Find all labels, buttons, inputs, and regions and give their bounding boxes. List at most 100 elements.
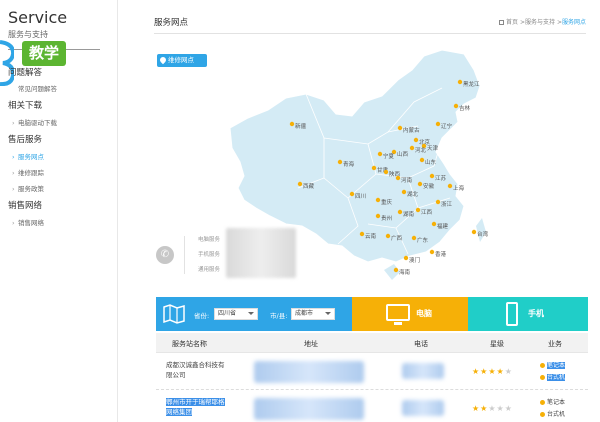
province-select[interactable]: 四川省	[214, 308, 258, 320]
nav-item-service-policy[interactable]: › 服务政策	[12, 183, 44, 193]
map-pin-icon[interactable]	[297, 181, 303, 187]
map-pin-icon[interactable]	[377, 151, 383, 157]
breadcrumb-level1[interactable]: 服务与支持	[525, 19, 555, 26]
province-label[interactable]: 山西	[397, 150, 409, 158]
map-pin-icon[interactable]	[395, 175, 401, 181]
map-pin-icon[interactable]	[419, 157, 425, 163]
breadcrumb-home[interactable]: 首页	[506, 19, 518, 26]
station-name[interactable]: 郫州市开于瑞帮耶格 网络集团	[166, 397, 246, 417]
map-pin-icon[interactable]	[359, 231, 365, 237]
station-name-line1: 成都汉诚鑫合科技有	[166, 361, 225, 369]
province-label[interactable]: 江苏	[435, 174, 447, 182]
map-pin-icon[interactable]	[371, 165, 377, 171]
map-pin-icon[interactable]	[393, 267, 399, 273]
col-header-level: 星级	[490, 340, 504, 348]
province-label[interactable]: 山东	[425, 158, 437, 166]
nav-item-label: 服务政策	[18, 185, 44, 193]
brand-subtitle: 服务与支持	[8, 30, 48, 39]
map-icon	[163, 304, 185, 324]
nav-section-download[interactable]: 相关下载	[8, 99, 42, 111]
map-pin-icon[interactable]	[409, 145, 415, 151]
map-pin-icon[interactable]	[453, 103, 459, 109]
business-item: 笔记本	[540, 397, 565, 406]
category-phone-label: 手机	[528, 309, 544, 318]
province-label[interactable]: 天津	[427, 145, 439, 152]
sidebar: Service 服务与支持 教学 问题解答 常见问题解答 相关下载 › 电脑驱动下…	[0, 0, 118, 422]
province-label[interactable]: 广西	[391, 234, 403, 242]
map-pin-icon[interactable]	[401, 189, 407, 195]
map-pin-icon[interactable]	[411, 235, 417, 241]
map-pin-icon[interactable]	[457, 79, 463, 85]
map-pin-icon[interactable]	[349, 191, 355, 197]
map-pin-icon[interactable]	[413, 137, 419, 143]
province-label[interactable]: 云南	[365, 232, 377, 240]
map-pin-icon[interactable]	[375, 197, 381, 203]
home-icon[interactable]	[499, 20, 505, 25]
province-label[interactable]: 香港	[435, 250, 447, 258]
nav-section-qa[interactable]: 问题解答	[8, 66, 42, 78]
nav-item-repair-tracking[interactable]: › 维修跟踪	[12, 167, 44, 177]
map-pin-icon[interactable]	[447, 183, 453, 189]
map-pin-icon[interactable]	[383, 169, 389, 175]
province-label[interactable]: 福建	[437, 222, 449, 230]
province-label[interactable]: 辽宁	[441, 122, 453, 130]
map-pin-icon[interactable]	[385, 233, 391, 239]
edu-logo-icon	[0, 40, 14, 86]
map-pin-icon[interactable]	[471, 229, 477, 235]
col-header-name: 服务站名称	[172, 340, 207, 348]
province-label[interactable]: 安徽	[423, 182, 435, 190]
tag-label: 维修网点	[168, 56, 194, 64]
province-label[interactable]: 新疆	[295, 122, 307, 130]
map-pin-icon[interactable]	[289, 121, 295, 127]
province-label[interactable]: 内蒙古	[403, 126, 420, 134]
nav-section-after-sales[interactable]: 售后服务	[8, 133, 42, 145]
map-pin-icon[interactable]	[415, 207, 421, 213]
map-pin-icon[interactable]	[435, 199, 441, 205]
province-label[interactable]: 河北	[415, 146, 427, 154]
nav-section-sales[interactable]: 销售网络	[8, 199, 42, 211]
province-label[interactable]: 广东	[417, 236, 429, 244]
map-pin-icon[interactable]	[435, 121, 441, 127]
nav-item-faq[interactable]: 常见问题解答	[18, 83, 57, 93]
category-phone-tab[interactable]: 手机	[468, 297, 588, 331]
province-label[interactable]: 浙江	[441, 200, 453, 208]
station-name[interactable]: 成都汉诚鑫合科技有 限公司	[166, 360, 246, 380]
nav-item-service-points[interactable]: › 服务网点	[12, 151, 44, 161]
map-pin-icon[interactable]	[403, 255, 409, 261]
map-pin-icon[interactable]	[429, 249, 435, 255]
nav-item-sales-network[interactable]: › 销售网络	[12, 217, 44, 227]
business-label: 笔记本	[547, 362, 566, 369]
province-label[interactable]: 台湾	[477, 230, 489, 238]
map-pin-icon[interactable]	[397, 125, 403, 131]
nav-item-driver-download[interactable]: › 电脑驱动下载	[12, 117, 57, 127]
city-select[interactable]: 成都市	[291, 308, 335, 320]
province-label[interactable]: 贵州	[381, 214, 392, 222]
province-label[interactable]: 黑龙江	[463, 80, 480, 88]
phone-redacted	[402, 363, 444, 379]
map-pin-icon[interactable]	[397, 209, 403, 215]
province-label[interactable]: 宁夏	[383, 152, 395, 160]
nav-item-label: 维修跟踪	[18, 169, 44, 177]
province-label[interactable]: 上海	[453, 184, 465, 192]
province-label[interactable]: 重庆	[381, 198, 393, 206]
province-label[interactable]: 湖南	[403, 210, 415, 218]
map-pin-icon[interactable]	[429, 173, 435, 179]
title-divider	[154, 33, 586, 34]
province-label[interactable]: 西藏	[303, 182, 315, 190]
category-computer-tab[interactable]: 电脑	[352, 297, 468, 331]
page-title: 服务网点	[154, 18, 189, 28]
province-label[interactable]: 河南	[401, 176, 413, 184]
city-label: 市/县:	[270, 312, 288, 320]
province-label[interactable]: 四川	[355, 193, 366, 200]
province-label[interactable]: 吉林	[459, 104, 471, 112]
map-pin-icon[interactable]	[431, 221, 437, 227]
map-pin-icon[interactable]	[417, 181, 423, 187]
province-label[interactable]: 湖北	[407, 190, 419, 198]
province-label[interactable]: 江西	[421, 209, 433, 216]
map-pin-icon[interactable]	[375, 213, 381, 219]
province-label[interactable]: 澳门	[409, 256, 420, 264]
province-label[interactable]: 青海	[343, 160, 355, 168]
phone-icon: ✆	[156, 246, 174, 264]
map-pin-icon[interactable]	[337, 159, 343, 165]
province-label[interactable]: 海南	[399, 268, 411, 276]
